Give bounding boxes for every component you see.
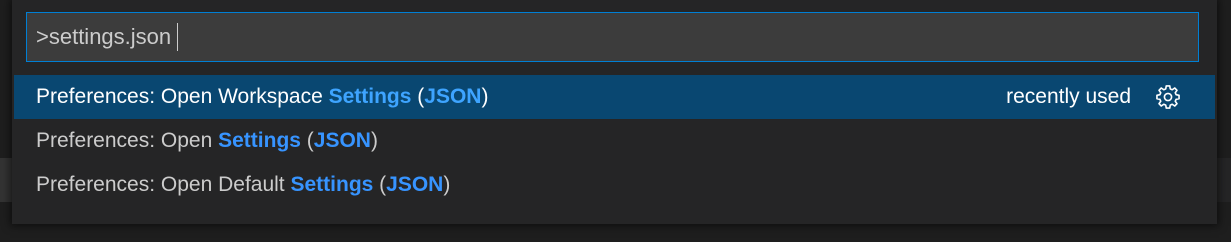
result-label-mid: ( (411, 85, 425, 108)
result-label-match: Settings (328, 85, 412, 108)
recently-used-label: recently used (1006, 85, 1131, 108)
result-item-open-workspace-settings-json[interactable]: Preferences: Open Workspace Settings (JS… (14, 75, 1215, 119)
result-label-match: JSON (424, 85, 482, 108)
result-label-match: JSON (386, 173, 444, 196)
text-caret (177, 23, 179, 51)
result-label-prefix: Preferences: Open Default (36, 173, 291, 196)
command-palette-results: Preferences: Open Workspace Settings (JS… (14, 75, 1215, 207)
editor-panel-fragment (1217, 158, 1231, 202)
command-palette-input[interactable]: >settings.json (26, 12, 1199, 62)
result-label-match: Settings (218, 129, 301, 152)
result-label-suffix: ) (481, 85, 489, 108)
result-label-suffix: ) (443, 173, 451, 196)
command-palette: >settings.json Preferences: Open Workspa… (12, 0, 1217, 224)
gear-icon[interactable] (1153, 82, 1183, 112)
result-item-actions: recently used (1006, 75, 1183, 119)
result-label-match: JSON (313, 129, 371, 152)
result-label-suffix: ) (370, 129, 378, 152)
result-label-prefix: Preferences: Open (36, 129, 219, 152)
result-item-open-default-settings-json[interactable]: Preferences: Open Default Settings (JSON… (14, 163, 1215, 207)
result-label-mid: ( (373, 173, 387, 196)
result-label-mid: ( (300, 129, 314, 152)
command-palette-input-text[interactable]: >settings.json (36, 24, 171, 50)
result-item-open-settings-json[interactable]: Preferences: Open Settings (JSON) (14, 119, 1215, 163)
result-label-match: Settings (290, 173, 374, 196)
result-label-prefix: Preferences: Open Workspace (36, 85, 329, 108)
